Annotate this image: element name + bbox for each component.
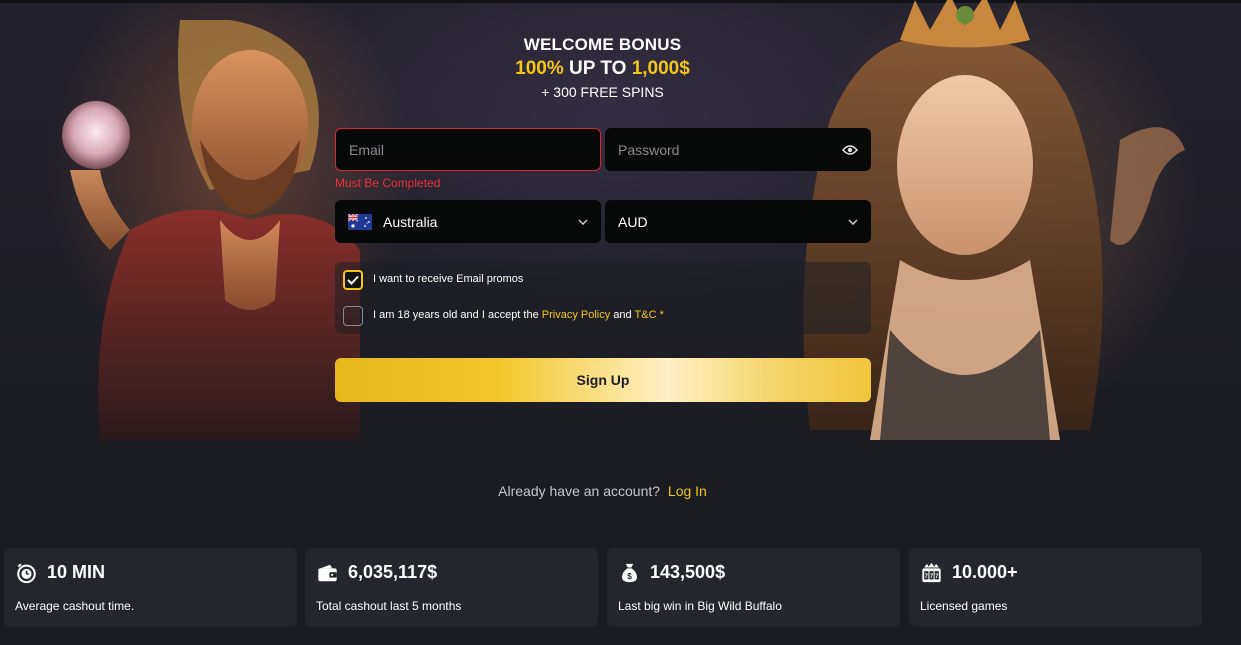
chevron-down-icon	[848, 218, 858, 225]
stopwatch-icon	[17, 563, 36, 584]
stat-card-big-win: $ 143,500$ Last big win in Big Wild Buff…	[607, 548, 900, 627]
country-selected: Australia	[348, 213, 438, 230]
password-placeholder: Password	[618, 141, 680, 158]
email-promos-checkbox[interactable]	[343, 270, 363, 290]
terms-checkbox[interactable]	[343, 306, 363, 326]
terms-label: I am 18 years old and I accept the Priva…	[373, 309, 664, 321]
privacy-policy-link[interactable]: Privacy Policy	[542, 309, 610, 321]
eye-icon[interactable]	[842, 144, 858, 156]
stat-label: Licensed games	[920, 599, 1008, 613]
log-in-link[interactable]: Log In	[668, 483, 707, 499]
stat-value: 143,500$	[650, 562, 726, 582]
money-bag-icon: $	[622, 563, 637, 583]
stat-label: Total cashout last 5 months	[316, 599, 462, 613]
bonus-offer: 100% UP TO 1,000$	[0, 58, 1205, 80]
wallet-icon	[318, 564, 337, 582]
stat-value: 10 MIN	[47, 562, 106, 582]
country-select[interactable]: Australia	[335, 200, 601, 243]
bonus-upto: UP TO	[569, 58, 627, 79]
terms-prefix: I am 18 years old and I accept the	[373, 309, 539, 321]
login-prompt: Already have an account? Log In	[0, 483, 1205, 499]
male-character-illustration	[62, 20, 360, 440]
terms-conditions-link[interactable]: T&C	[635, 309, 657, 321]
stat-card-total-cashout: 6,035,117$ Total cashout last 5 months	[305, 548, 598, 627]
sign-up-button[interactable]: Sign Up	[335, 358, 871, 402]
required-marker: *	[659, 309, 664, 321]
bonus-title: WELCOME BONUS	[523, 35, 682, 54]
currency-select[interactable]: AUD	[605, 200, 871, 243]
login-prompt-text: Already have an account?	[498, 483, 661, 499]
slot-machine-icon: 7 7 7	[922, 562, 941, 583]
terms-and: and	[613, 309, 632, 321]
stat-label: Average cashout time.	[15, 599, 135, 613]
password-field[interactable]: Password	[605, 128, 871, 171]
stat-label: Last big win in Big Wild Buffalo	[618, 599, 782, 613]
bonus-amount: 1,000$	[631, 58, 690, 79]
currency-value: AUD	[618, 213, 648, 230]
stat-card-licensed-games: 7 7 7 10.000+ Licensed games	[909, 548, 1202, 627]
stat-card-cashout-time: 10 MIN Average cashout time.	[4, 548, 297, 627]
country-value: Australia	[383, 213, 438, 230]
email-placeholder: Email	[349, 141, 385, 158]
stat-value: 10.000+	[952, 562, 1018, 582]
checkmark-icon	[347, 275, 359, 285]
email-promos-label: I want to receive Email promos	[373, 273, 524, 285]
bonus-percent: 100%	[515, 58, 564, 79]
chevron-down-icon	[578, 218, 588, 225]
email-field[interactable]: Email	[335, 128, 601, 171]
stat-value: 6,035,117$	[348, 562, 438, 582]
bonus-free-spins: + 300 FREE SPINS	[541, 84, 664, 100]
australia-flag-icon	[348, 213, 372, 230]
svg-text:$: $	[627, 572, 632, 581]
email-error-message: Must Be Completed	[335, 176, 441, 190]
